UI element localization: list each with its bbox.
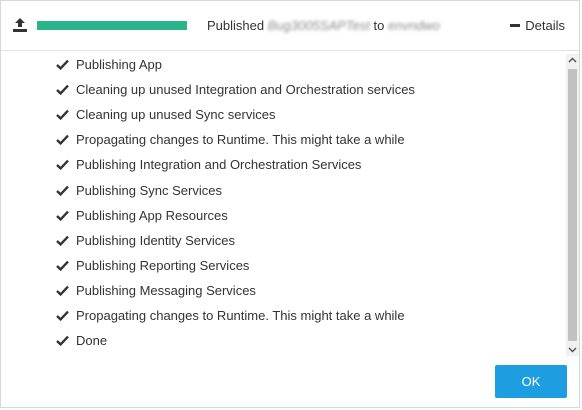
check-icon [56, 84, 69, 96]
log-item: Propagating changes to Runtime. This mig… [56, 303, 415, 328]
log-item-text: Publishing Messaging Services [76, 282, 256, 298]
log-item: Publishing Identity Services [56, 228, 415, 253]
check-icon [56, 160, 69, 171]
publish-dialog: Published Bug3005SAPTest to envndwo Deta… [0, 0, 580, 408]
log-item: Publishing Sync Services [56, 177, 415, 202]
log-item: Publishing Reporting Services [56, 253, 415, 278]
check-icon [56, 285, 69, 296]
log-item-text: Publishing App [76, 57, 163, 73]
check-icon [56, 110, 69, 121]
app-name: Bug3005SAPTest [267, 18, 370, 33]
minus-icon [510, 24, 521, 27]
log-item-text: Propagating changes to Runtime. This mig… [76, 132, 405, 148]
log-item: Propagating changes to Runtime. This mig… [56, 127, 415, 152]
scroll-up-icon[interactable] [566, 54, 579, 67]
log-item-text: Done [76, 333, 108, 349]
log-item-text: Cleaning up unused Sync services [76, 107, 276, 123]
target-environment: envndwo [387, 18, 441, 33]
dialog-footer: OK [1, 356, 579, 407]
upload-icon [13, 18, 27, 32]
scroll-down-icon[interactable] [566, 343, 579, 356]
log-item-text: Publishing Reporting Services [76, 257, 250, 273]
check-icon [56, 210, 69, 221]
log-item: Publishing Integration and Orchestration… [56, 152, 415, 177]
check-icon [56, 235, 69, 246]
log-item: Publishing Messaging Services [56, 278, 415, 303]
log-item: Done [56, 328, 415, 353]
check-icon [56, 135, 69, 146]
publish-log: Publishing App Cleaning up unused Integra… [1, 51, 579, 354]
scrollbar-thumb[interactable] [568, 69, 577, 341]
log-item-text: Cleaning up unused Integration and Orche… [76, 82, 415, 98]
progress-bar [37, 21, 187, 30]
log-item: Cleaning up unused Integration and Orche… [56, 77, 415, 102]
dialog-header: Published Bug3005SAPTest to envndwo Deta… [1, 1, 579, 51]
log-item: Publishing App [56, 52, 415, 77]
progress-bar-fill [37, 21, 187, 30]
log-item-text: Publishing Identity Services [76, 232, 235, 248]
log-item-text: Publishing Sync Services [76, 182, 222, 198]
check-icon [56, 310, 69, 321]
check-icon [56, 185, 69, 196]
publish-status: Published Bug3005SAPTest to envndwo [207, 18, 440, 33]
log-item-text: Publishing Integration and Orchestration… [76, 157, 362, 173]
check-icon [56, 260, 69, 271]
log-item: Publishing App Resources [56, 203, 415, 228]
check-icon [56, 59, 69, 71]
log-item-text: Propagating changes to Runtime. This mig… [76, 307, 405, 323]
log-scrollbar[interactable] [566, 54, 579, 356]
details-label: Details [525, 18, 565, 33]
ok-button[interactable]: OK [495, 365, 567, 398]
log-list: Publishing App Cleaning up unused Integra… [56, 52, 415, 353]
status-prefix: Published [207, 18, 265, 33]
details-toggle[interactable]: Details [510, 18, 565, 33]
status-mid: to [373, 18, 385, 33]
check-icon [56, 335, 69, 347]
log-item-text: Publishing App Resources [76, 207, 228, 223]
log-item: Cleaning up unused Sync services [56, 102, 415, 127]
